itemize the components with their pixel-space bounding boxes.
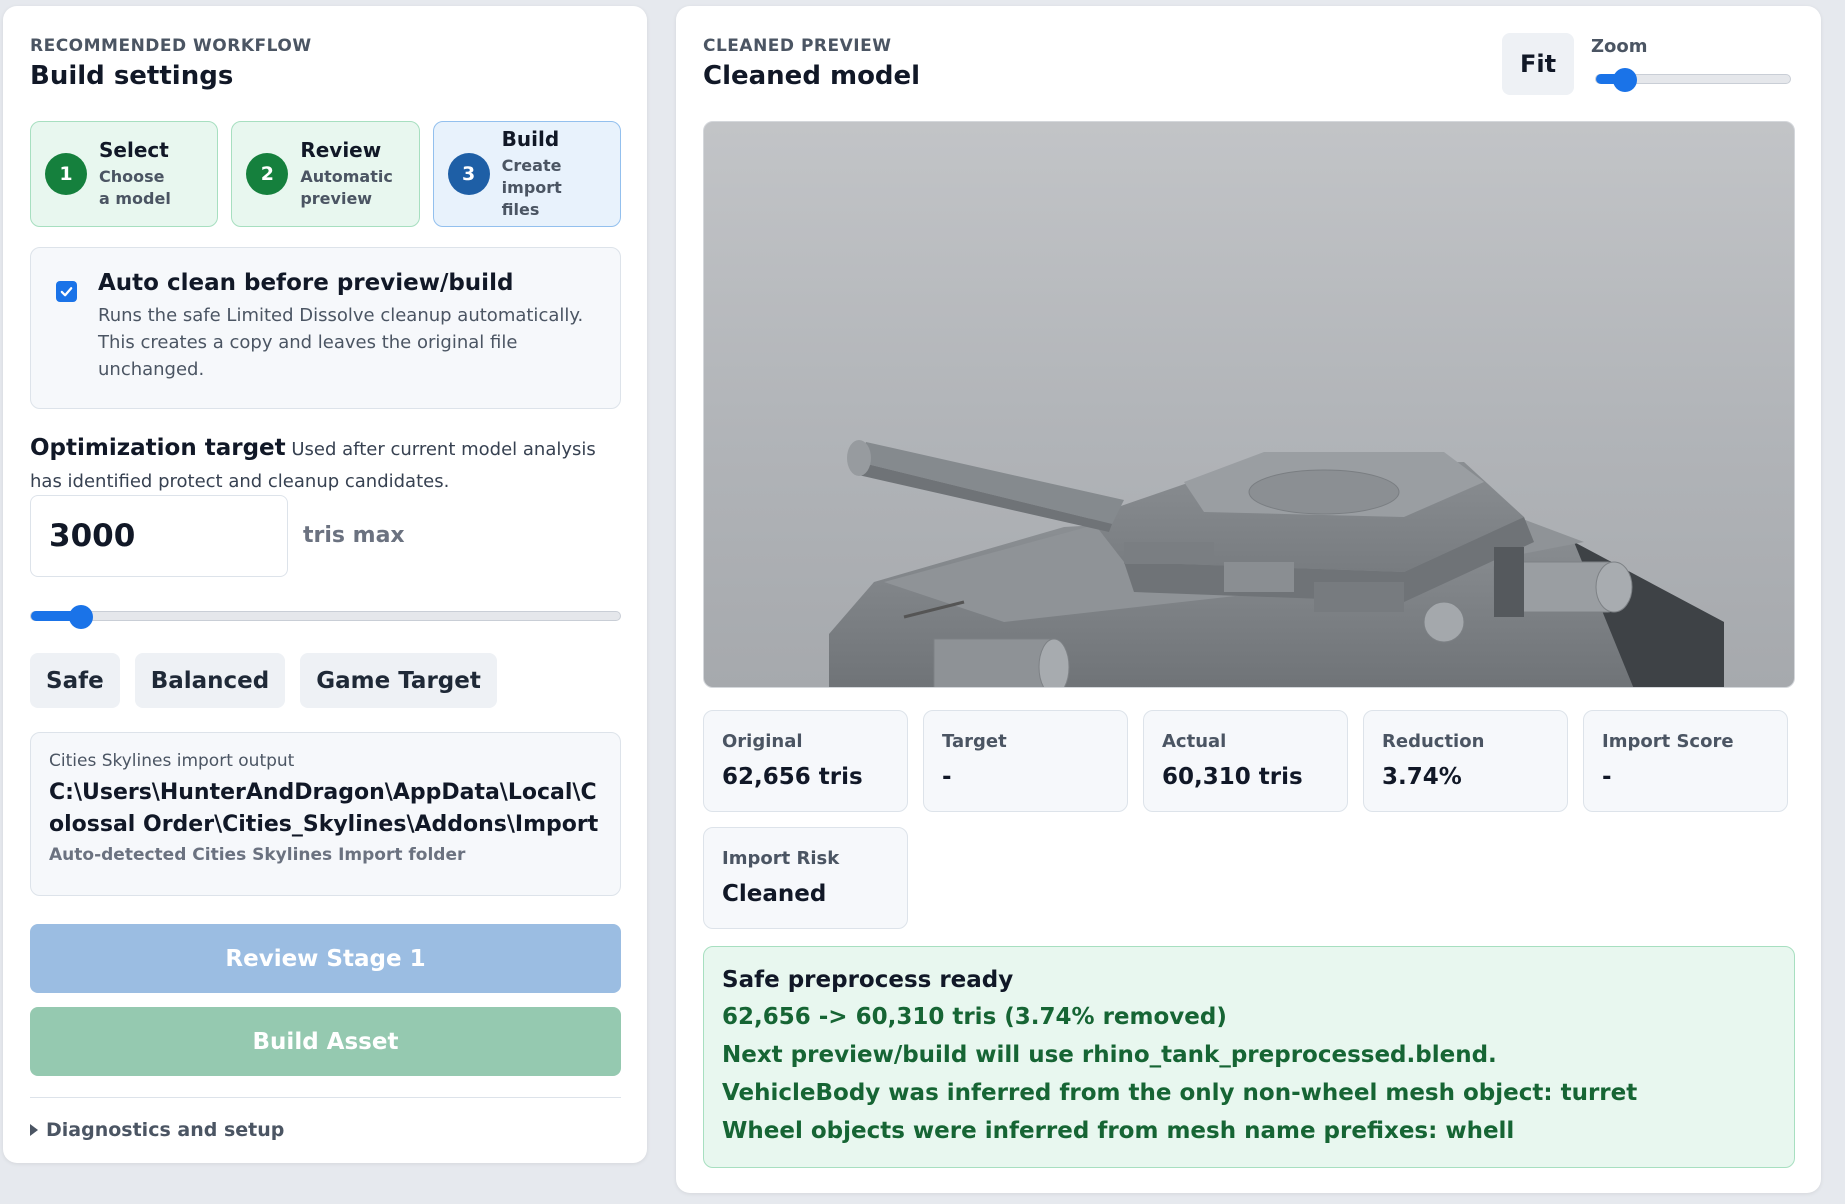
optimization-label: Optimization target [30, 435, 286, 461]
workflow-steps: 1 Select Choose a model 2 Review Automat… [30, 121, 621, 227]
preset-balanced-button[interactable]: Balanced [134, 653, 286, 708]
preview-panel: Cleaned preview Cleaned model Fit Zoom [676, 6, 1821, 1193]
workflow-eyebrow: Recommended workflow [30, 36, 312, 56]
zoom-label: Zoom [1591, 36, 1648, 57]
tris-target-input[interactable] [30, 495, 288, 577]
fit-button[interactable]: Fit [1502, 33, 1574, 95]
divider [30, 1097, 621, 1098]
stat-value: Cleaned [722, 881, 827, 907]
output-sub: Auto-detected Cities Skylines Import fol… [49, 845, 466, 865]
checkmark-icon [60, 287, 73, 297]
step-title: Review [300, 138, 382, 162]
panel-title: Build settings [30, 61, 234, 91]
model-viewport[interactable] [703, 121, 1795, 688]
diagnostics-toggle[interactable]: Diagnostics and setup [30, 1119, 284, 1141]
zoom-slider[interactable] [1595, 68, 1791, 92]
stat-value: 3.74% [1382, 764, 1462, 790]
preset-buttons: Safe Balanced Game Target [30, 653, 497, 708]
stat-label: Import Score [1602, 731, 1734, 752]
disclosure-triangle-icon [30, 1124, 38, 1136]
stat-label: Actual [1162, 731, 1227, 752]
step-title: Select [99, 138, 169, 162]
build-settings-panel: Recommended workflow Build settings 1 Se… [3, 6, 647, 1163]
stat-label: Import Risk [722, 848, 840, 869]
slider-thumb[interactable] [1613, 68, 1637, 92]
optimization-target-label: Optimization target Used after current m… [30, 432, 630, 498]
stat-value: - [1602, 764, 1612, 790]
stat-import-risk: Import Risk Cleaned [703, 827, 908, 929]
preprocess-ready-box: Safe preprocess ready 62,656 -> 60,310 t… [703, 946, 1795, 1168]
review-stage-button[interactable]: Review Stage 1 [30, 924, 621, 993]
build-asset-button[interactable]: Build Asset [30, 1007, 621, 1076]
output-path: C:\Users\HunterAndDragon\AppData\Local\C… [49, 780, 599, 837]
stat-import-score: Import Score - [1583, 710, 1788, 812]
stat-label: Reduction [1382, 731, 1485, 752]
auto-clean-desc: Runs the safe Limited Dissolve cleanup a… [98, 305, 584, 380]
stat-value: - [942, 764, 952, 790]
step-title: Build [501, 127, 560, 151]
ready-line: 62,656 -> 60,310 tris (3.74% removed) [722, 1004, 1227, 1030]
step-desc: Automatic preview [300, 167, 393, 208]
preset-safe-button[interactable]: Safe [30, 653, 120, 708]
import-output-box: Cities Skylines import output C:\Users\H… [30, 732, 621, 896]
diagnostics-label: Diagnostics and setup [46, 1119, 285, 1141]
ready-title: Safe preprocess ready [722, 967, 1014, 993]
stat-reduction: Reduction 3.74% [1363, 710, 1568, 812]
step-desc: Choose a model [99, 167, 171, 208]
tank-model-icon [829, 440, 1724, 687]
step-number: 3 [447, 153, 490, 195]
ready-line: Next preview/build will use rhino_tank_p… [722, 1042, 1497, 1068]
preset-game-target-button[interactable]: Game Target [300, 653, 497, 708]
stat-target: Target - [923, 710, 1128, 812]
step-number: 2 [246, 153, 289, 195]
tris-unit-label: tris max [303, 523, 405, 548]
stats-grid: Original 62,656 tris Target - Actual 60,… [703, 710, 1795, 929]
auto-clean-option: Auto clean before preview/build Runs the… [30, 247, 621, 409]
output-label: Cities Skylines import output [49, 751, 295, 771]
stat-actual: Actual 60,310 tris [1143, 710, 1348, 812]
step-build[interactable]: 3 Build Create import files [432, 121, 621, 227]
step-review[interactable]: 2 Review Automatic preview [231, 121, 420, 227]
stat-label: Target [942, 731, 1007, 752]
step-select[interactable]: 1 Select Choose a model [30, 121, 219, 227]
slider-thumb[interactable] [69, 605, 93, 629]
preview-eyebrow: Cleaned preview [703, 36, 892, 56]
ready-line: Wheel objects were inferred from mesh na… [722, 1118, 1515, 1144]
stat-original: Original 62,656 tris [703, 710, 908, 812]
step-number: 1 [45, 153, 87, 195]
stat-value: 62,656 tris [722, 764, 863, 790]
stat-label: Original [722, 731, 803, 752]
stat-value: 60,310 tris [1162, 764, 1303, 790]
ready-line: VehicleBody was inferred from the only n… [722, 1080, 1638, 1106]
auto-clean-title: Auto clean before preview/build [98, 270, 514, 296]
preview-title: Cleaned model [703, 61, 921, 91]
step-desc: Create import files [501, 156, 562, 219]
auto-clean-checkbox[interactable] [56, 281, 77, 302]
tris-target-slider[interactable] [30, 605, 621, 629]
